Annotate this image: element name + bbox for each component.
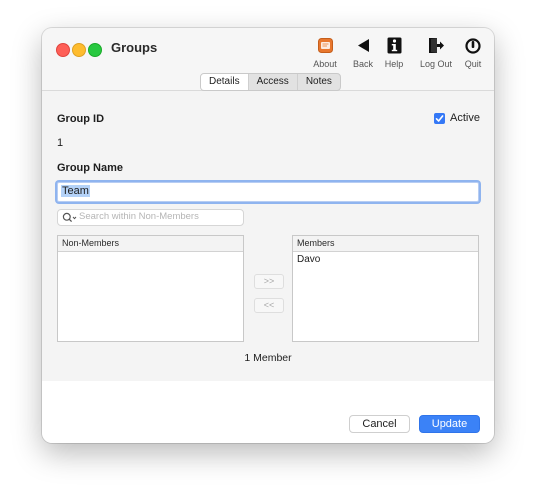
cancel-button[interactable]: Cancel	[349, 415, 410, 433]
tab-bar: Details Access Notes	[200, 73, 341, 91]
member-count: 1 Member	[244, 352, 292, 364]
minimize-window-button[interactable]	[72, 43, 86, 57]
help-button[interactable]: Help	[374, 36, 414, 69]
close-window-button[interactable]	[56, 43, 70, 57]
groups-window: Groups About Back Help Log Out Quit Deta…	[42, 28, 494, 443]
zoom-window-button[interactable]	[88, 43, 102, 57]
non-members-header: Non-Members	[58, 236, 243, 252]
about-icon	[305, 36, 345, 55]
group-name-value: Team	[61, 185, 90, 197]
title-bar: Groups About Back Help Log Out Quit Deta…	[42, 28, 494, 91]
search-placeholder: Search within Non-Members	[79, 211, 199, 222]
group-name-label: Group Name	[57, 162, 124, 174]
add-to-members-button[interactable]: >>	[254, 274, 284, 289]
quit-label: Quit	[464, 59, 482, 69]
info-icon	[374, 36, 414, 55]
active-checkbox[interactable]	[434, 113, 445, 124]
window-title: Groups	[111, 40, 158, 55]
about-label: About	[313, 59, 337, 69]
tab-notes[interactable]: Notes	[296, 74, 340, 90]
checkmark-icon	[435, 115, 444, 122]
power-icon	[453, 36, 493, 55]
list-item[interactable]: Davo	[293, 252, 478, 267]
search-non-members-input[interactable]: Search within Non-Members	[57, 209, 244, 226]
update-button[interactable]: Update	[419, 415, 480, 433]
members-header: Members	[293, 236, 478, 252]
active-label[interactable]: Active	[450, 112, 480, 124]
help-label: Help	[384, 59, 404, 69]
logout-button[interactable]: Log Out	[416, 36, 456, 69]
group-id-value: 1	[57, 137, 64, 149]
group-id-label: Group ID	[57, 113, 105, 125]
footer-area	[42, 381, 494, 443]
logout-label: Log Out	[419, 59, 453, 69]
non-members-list[interactable]: Non-Members	[57, 235, 244, 342]
tab-details[interactable]: Details	[201, 74, 248, 90]
remove-from-members-button[interactable]: <<	[254, 298, 284, 313]
search-icon	[62, 211, 78, 229]
members-list[interactable]: Members Davo	[292, 235, 479, 342]
tab-access[interactable]: Access	[247, 74, 297, 90]
about-button[interactable]: About	[305, 36, 345, 69]
quit-button[interactable]: Quit	[453, 36, 493, 69]
group-name-field[interactable]: Team	[57, 182, 479, 202]
logout-icon	[416, 36, 456, 55]
